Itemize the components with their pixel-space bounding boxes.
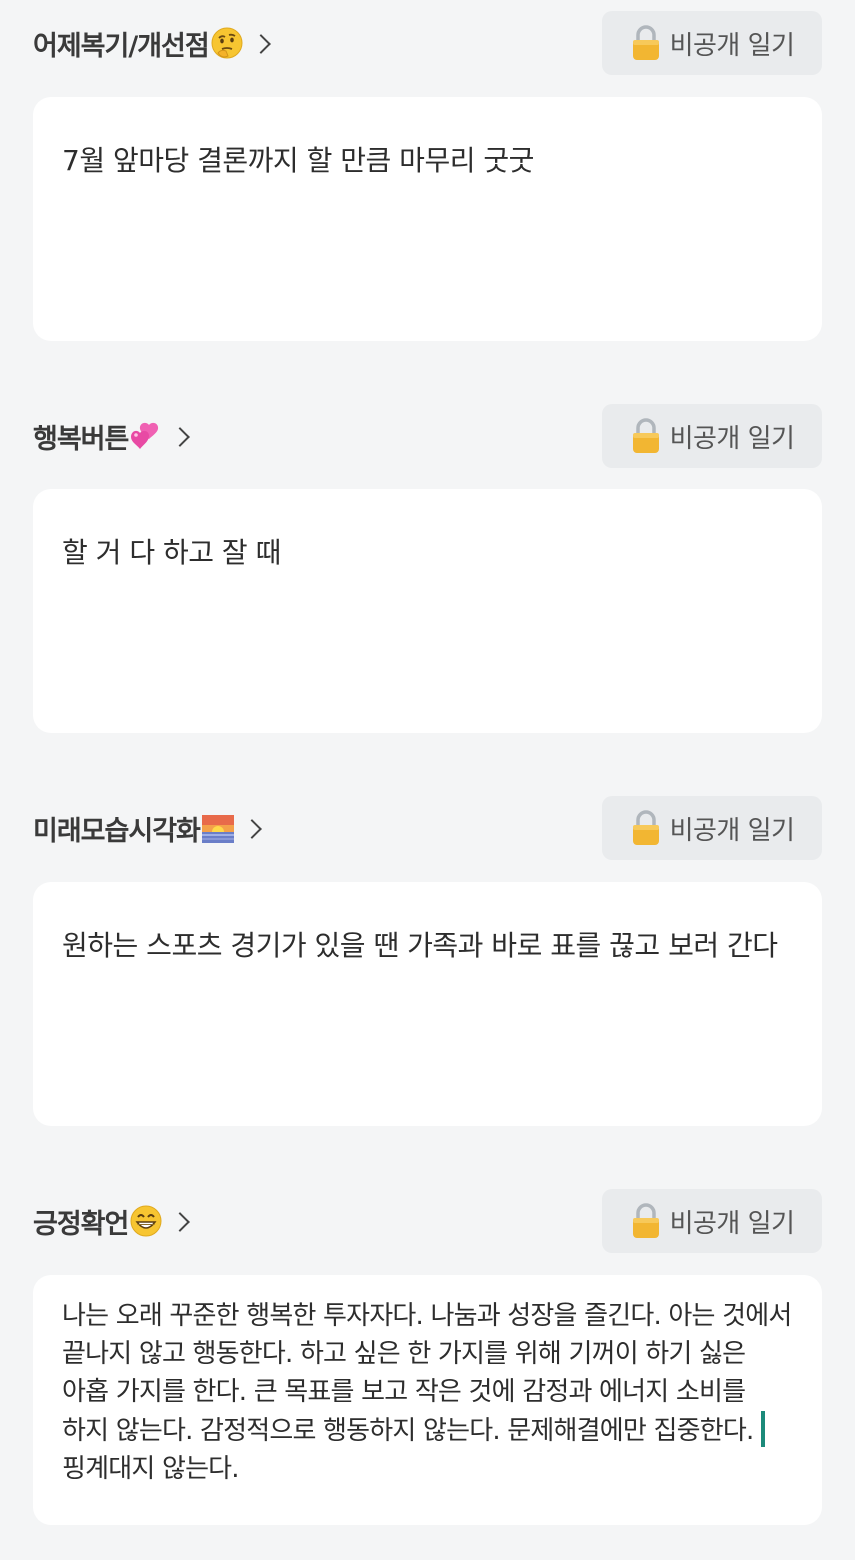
two-hearts-icon [129,419,163,453]
section-title: 미래모습시각화 [33,815,201,847]
lock-icon [632,418,659,453]
section-header: 행복버튼 비공개 일기 [0,404,855,468]
entry-text: 원하는 스포츠 경기가 있을 땐 가족과 바로 표를 끊고 보러 간다 [62,929,778,962]
entry-text: 7월 앞마당 결론까지 할 만큼 마무리 굿굿 [62,144,534,177]
entry-card[interactable]: 7월 앞마당 결론까지 할 만큼 마무리 굿굿 [33,97,822,341]
thinking-face-icon [210,26,244,60]
chevron-right-icon [250,34,271,54]
entry-card[interactable]: 원하는 스포츠 경기가 있을 땐 가족과 바로 표를 끊고 보러 간다 [33,882,822,1126]
private-diary-button[interactable]: 비공개 일기 [602,1189,822,1253]
text-caret [760,1411,765,1447]
lock-icon [632,1203,659,1238]
entry-text-after-caret: 핑계대지 않는다. [62,1454,240,1484]
entry-text-before-caret: 나는 오래 꾸준한 행복한 투자자다. 나눔과 성장을 즐긴다. 아는 것에서 … [62,1301,792,1446]
lock-icon [632,810,659,845]
chevron-right-icon [170,427,191,447]
private-diary-button[interactable]: 비공개 일기 [602,796,822,860]
private-diary-label: 비공개 일기 [669,30,795,61]
section-header: 긍정확언 비공개 일기 [0,1189,855,1253]
section-title: 어제복기/개선점 [33,30,210,62]
entry-text: 할 거 다 하고 잘 때 [62,536,281,569]
section-title-link[interactable]: 어제복기/개선점 [33,25,271,62]
section-title: 긍정확언 [33,1208,129,1240]
section-title-link[interactable]: 미래모습시각화 [33,810,262,847]
lock-icon [632,25,659,60]
sunrise-icon [201,811,235,845]
section-header: 어제복기/개선점 비공개 일기 [0,11,855,75]
section-header: 미래모습시각화 비공개 일기 [0,796,855,860]
section-title-link[interactable]: 행복버튼 [33,418,191,455]
grinning-face-icon [129,1204,163,1238]
private-diary-button[interactable]: 비공개 일기 [602,404,822,468]
entry-card[interactable]: 할 거 다 하고 잘 때 [33,489,822,733]
chevron-right-icon [241,819,262,839]
private-diary-label: 비공개 일기 [669,815,795,846]
chevron-right-icon [170,1212,191,1232]
entry-text-editor[interactable]: 나는 오래 꾸준한 행복한 투자자다. 나눔과 성장을 즐긴다. 아는 것에서 … [62,1297,792,1488]
private-diary-button[interactable]: 비공개 일기 [602,11,822,75]
private-diary-label: 비공개 일기 [669,423,795,454]
private-diary-label: 비공개 일기 [669,1208,795,1239]
entry-card-editing[interactable]: 나는 오래 꾸준한 행복한 투자자다. 나눔과 성장을 즐긴다. 아는 것에서 … [33,1275,822,1525]
section-title: 행복버튼 [33,423,129,455]
section-title-link[interactable]: 긍정확언 [33,1203,191,1240]
